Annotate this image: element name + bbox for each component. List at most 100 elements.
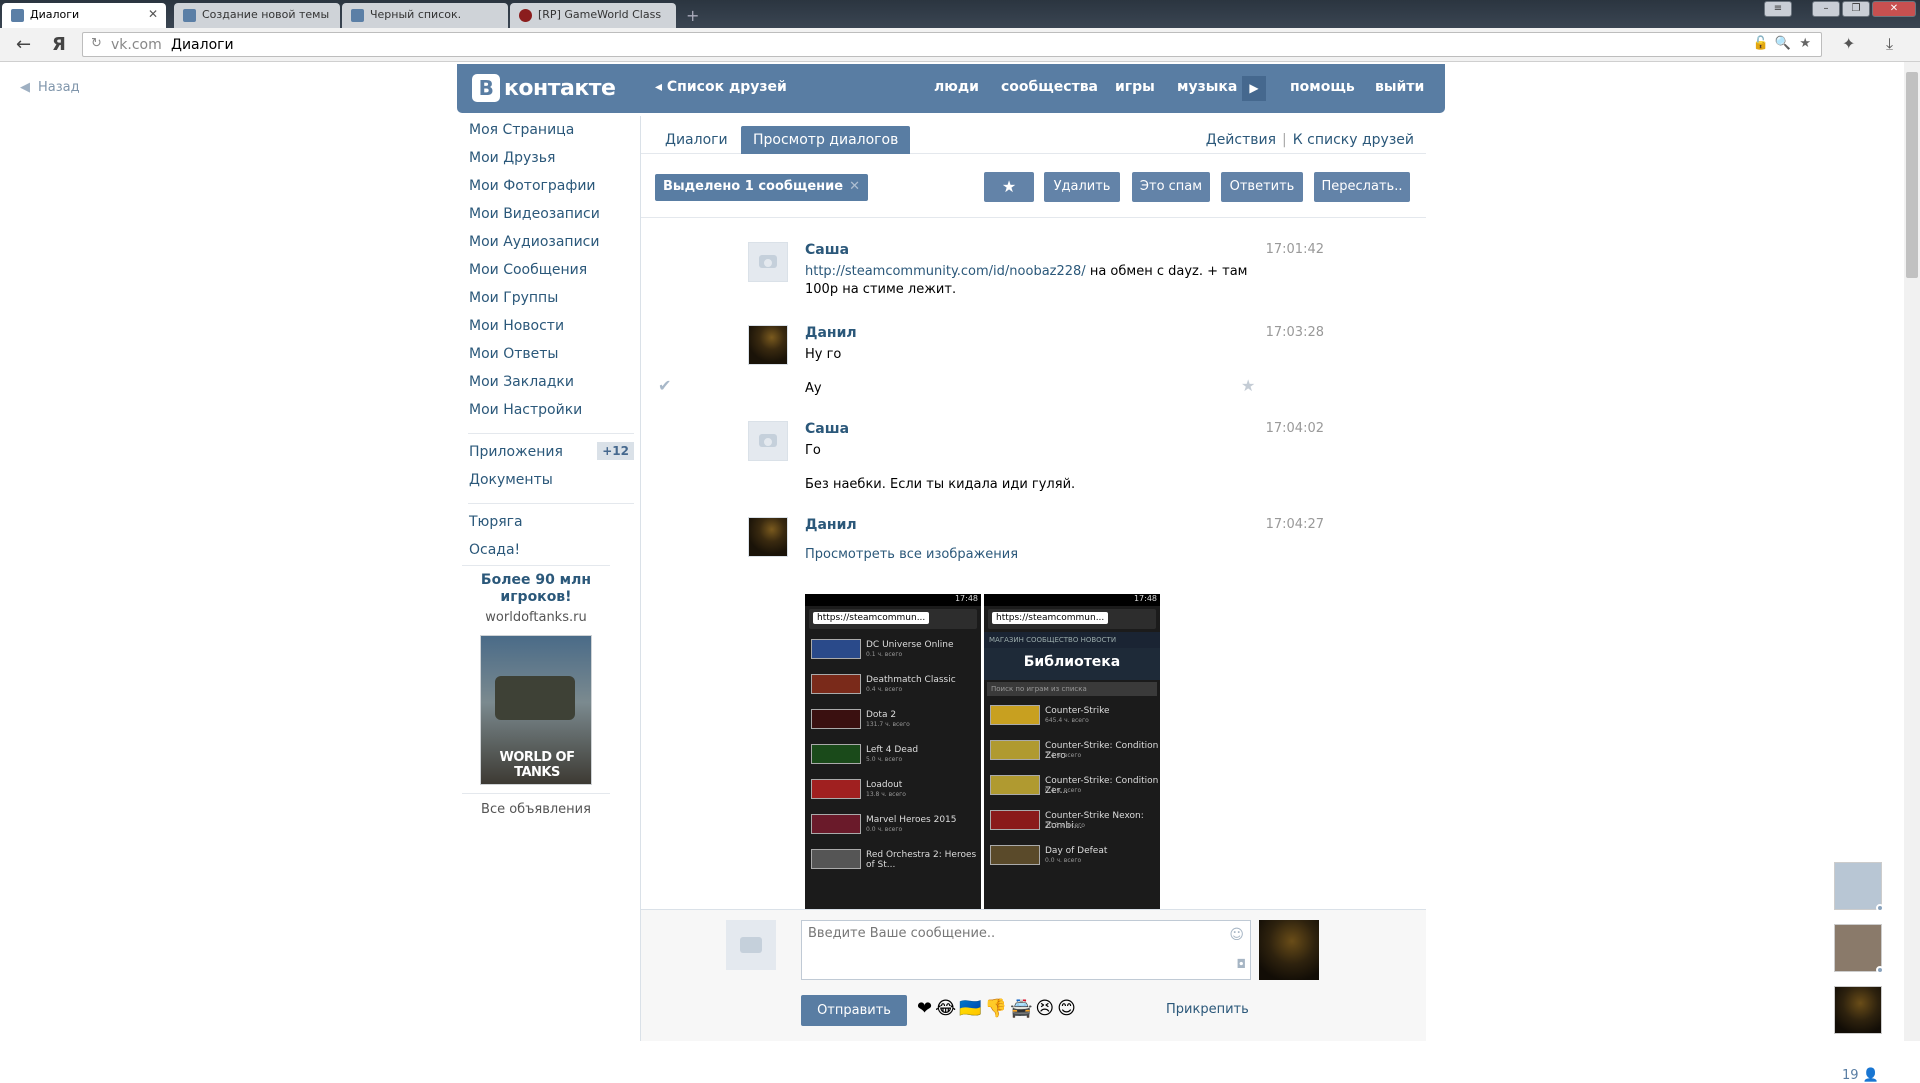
- friend-avatar[interactable]: [1834, 924, 1884, 974]
- lock-icon[interactable]: 🔓: [1753, 36, 1769, 51]
- game-name: Day of Defeat: [1045, 846, 1108, 856]
- to-friends-link[interactable]: К списку друзей: [1293, 132, 1414, 148]
- attached-image[interactable]: 17:48 https://steamcommun... МАГАЗИН СОО…: [984, 594, 1160, 909]
- browser-tab[interactable]: [RP] GameWorld Class: [510, 3, 676, 28]
- browser-tab[interactable]: Диалоги ✕: [2, 3, 166, 28]
- ad-block[interactable]: Более 90 млн игроков! worldoftanks.ru WO…: [462, 572, 610, 785]
- play-icon[interactable]: ▶: [1242, 76, 1266, 101]
- extension-icon[interactable]: ✦: [1842, 34, 1855, 53]
- new-tab-icon[interactable]: +: [686, 6, 699, 25]
- phone-url-bar: https://steamcommun...: [988, 609, 1156, 629]
- nav-games[interactable]: игры: [1115, 79, 1155, 95]
- message-time[interactable]: 17:04:27: [1266, 517, 1324, 532]
- smile-icon[interactable]: ☺: [1229, 927, 1244, 943]
- message-time[interactable]: 17:03:28: [1266, 325, 1324, 340]
- avatar[interactable]: [748, 517, 788, 557]
- actions-link[interactable]: Действия: [1206, 132, 1276, 148]
- menu-item-documents[interactable]: Документы: [468, 472, 634, 500]
- back-arrow-icon[interactable]: ←: [16, 34, 31, 55]
- game-hours: 5.0 ч. всего: [866, 756, 903, 763]
- nav-logout[interactable]: выйти: [1375, 79, 1424, 95]
- clear-selection-icon[interactable]: ✕: [849, 179, 860, 194]
- menu-item-settings[interactable]: Мои Настройки: [468, 402, 634, 430]
- view-all-images-link[interactable]: Просмотреть все изображения: [805, 546, 1255, 564]
- friends-count[interactable]: 19 👤: [1842, 1068, 1879, 1083]
- attach-link[interactable]: Прикрепить: [1166, 1002, 1249, 1017]
- my-avatar[interactable]: [726, 920, 776, 970]
- camera-icon[interactable]: ◘: [1237, 957, 1247, 971]
- reload-icon[interactable]: ↻: [91, 36, 102, 51]
- menu-item-groups[interactable]: Мои Группы: [468, 290, 634, 318]
- message-author[interactable]: Саша: [805, 242, 849, 258]
- menu-item-answers[interactable]: Мои Ответы: [468, 346, 634, 374]
- menu-item-friends[interactable]: Мои Друзья: [468, 150, 634, 178]
- tab-dialogs[interactable]: Диалоги: [653, 126, 740, 154]
- scrollbar[interactable]: [1904, 62, 1920, 1041]
- yandex-icon[interactable]: Я: [52, 34, 66, 55]
- zoom-icon[interactable]: 🔍: [1775, 36, 1791, 51]
- avatar[interactable]: [748, 242, 788, 282]
- close-tab-icon[interactable]: ✕: [148, 7, 158, 21]
- emoji-bar[interactable]: ❤😂🇺🇦👎🚔😣😊: [917, 998, 1079, 1019]
- menu-item-audio[interactable]: Мои Аудиозаписи: [468, 234, 634, 262]
- message-input[interactable]: Введите Ваше сообщение.. ☺ ◘: [801, 920, 1251, 980]
- friends-list-link[interactable]: ◂ Список друзей: [655, 79, 787, 95]
- reply-button[interactable]: Ответить: [1221, 172, 1303, 202]
- menu-item-apps[interactable]: Приложения +12: [468, 442, 634, 472]
- menu-item-messages[interactable]: Мои Сообщения: [468, 262, 634, 290]
- message-link[interactable]: http://steamcommunity.com/id/noobaz228/: [805, 264, 1086, 279]
- maximize-icon[interactable]: ❐: [1842, 1, 1870, 17]
- nav-communities[interactable]: сообщества: [1001, 79, 1098, 95]
- avatar[interactable]: [748, 325, 788, 365]
- download-icon[interactable]: ⤓: [1886, 34, 1893, 54]
- forward-button[interactable]: Переслать..: [1314, 172, 1410, 202]
- ad-image[interactable]: WORLD OF TANKS: [480, 635, 592, 785]
- game-thumb: [990, 705, 1040, 725]
- friend-avatar[interactable]: [1834, 862, 1884, 912]
- game-hours: 131.7 ч. всего: [866, 721, 910, 728]
- menu-item-bookmarks[interactable]: Мои Закладки: [468, 374, 634, 402]
- delete-button[interactable]: Удалить: [1044, 172, 1120, 202]
- menu-item-news[interactable]: Мои Новости: [468, 318, 634, 346]
- friend-avatar[interactable]: [1834, 986, 1882, 1034]
- attached-image[interactable]: 17:48 https://steamcommun... DC Universe…: [805, 594, 981, 909]
- tab-view-dialogs[interactable]: Просмотр диалогов: [741, 126, 911, 154]
- menu-item-app-tyuryaga[interactable]: Тюряга: [468, 514, 634, 542]
- url-field[interactable]: ↻ vk.com Диалоги 🔓 🔍 ★: [82, 32, 1822, 57]
- star-button[interactable]: ★: [984, 172, 1034, 202]
- nav-help[interactable]: помощь: [1290, 79, 1355, 95]
- browser-tab[interactable]: Создание новой темы: [174, 3, 340, 28]
- all-ads-link[interactable]: Все объявления: [462, 802, 610, 817]
- message-time[interactable]: 17:04:02: [1266, 421, 1324, 436]
- message-time[interactable]: 17:01:42: [1266, 242, 1324, 257]
- game-row: Counter-Strike 645.4 ч. всего: [984, 698, 1160, 733]
- minimize-icon[interactable]: –: [1812, 1, 1840, 17]
- game-thumb: [990, 740, 1040, 760]
- vk-logo[interactable]: Вконтакте: [472, 74, 616, 102]
- star-message-icon[interactable]: ★: [1241, 376, 1255, 395]
- menu-item-videos[interactable]: Мои Видеозаписи: [468, 206, 634, 234]
- bookmark-star-icon[interactable]: ★: [1799, 36, 1811, 51]
- menu-item-photos[interactable]: Мои Фотографии: [468, 178, 634, 206]
- message-author[interactable]: Саша: [805, 421, 849, 437]
- menu-item-my-page[interactable]: Моя Страница: [468, 122, 634, 150]
- tab-actions: Действия | К списку друзей: [1206, 132, 1414, 148]
- close-window-icon[interactable]: ✕: [1872, 1, 1916, 17]
- game-hours: 645.4 ч. всего: [1045, 717, 1089, 724]
- browser-tab[interactable]: Черный список.: [342, 3, 508, 28]
- browser-tab-bar: Диалоги ✕ Создание новой темы Черный спи…: [0, 0, 1920, 28]
- message-text: Ау: [805, 381, 822, 396]
- nav-people[interactable]: люди: [934, 79, 979, 95]
- recipient-avatar[interactable]: [1259, 920, 1319, 980]
- scrollbar-thumb[interactable]: [1906, 72, 1918, 278]
- menu-icon[interactable]: ≡: [1764, 1, 1792, 17]
- avatar[interactable]: [748, 421, 788, 461]
- spam-button[interactable]: Это спам: [1132, 172, 1210, 202]
- send-button[interactable]: Отправить: [801, 995, 907, 1026]
- message-author[interactable]: Данил: [805, 325, 857, 341]
- nav-music[interactable]: музыка: [1177, 79, 1237, 95]
- message-author[interactable]: Данил: [805, 517, 857, 533]
- back-link[interactable]: ◀ Назад: [20, 80, 80, 95]
- game-thumb: [990, 845, 1040, 865]
- selected-check-icon[interactable]: ✔: [658, 376, 671, 395]
